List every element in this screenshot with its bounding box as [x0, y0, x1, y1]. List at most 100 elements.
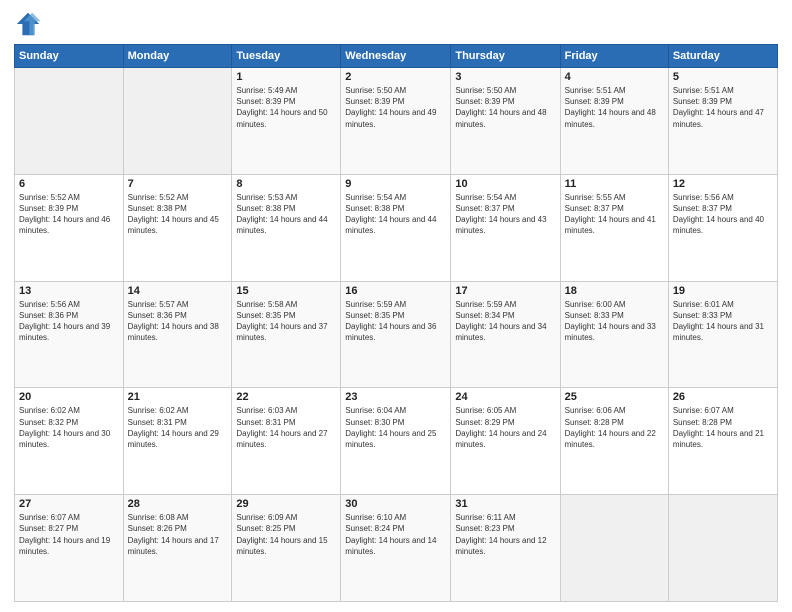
day-cell: 11Sunrise: 5:55 AM Sunset: 8:37 PM Dayli…: [560, 174, 668, 281]
day-number: 18: [565, 285, 664, 297]
day-cell: 26 Sunrise: 6:07 AM Sunset: 8:28 PM Dayli…: [668, 388, 777, 495]
day-cell: [123, 68, 232, 175]
col-header-monday: Monday: [123, 45, 232, 68]
day-cell: 21 Sunrise: 6:02 AM Sunset: 8:31 PM Dayli…: [123, 388, 232, 495]
day-number: 1: [236, 71, 336, 83]
day-info: Sunrise: 6:03 AM Sunset: 8:31 PM Dayligh…: [236, 405, 336, 450]
day-info: Sunrise: 6:06 AM Sunset: 8:28 PM Dayligh…: [565, 405, 664, 450]
col-header-wednesday: Wednesday: [341, 45, 451, 68]
day-number: 22: [236, 391, 336, 403]
day-cell: 4 Sunrise: 5:51 AM Sunset: 8:39 PM Daylig…: [560, 68, 668, 175]
day-info: Sunrise: 5:50 AM Sunset: 8:39 PM Dayligh…: [345, 85, 446, 130]
day-cell: 6 Sunrise: 5:52 AM Sunset: 8:39 PM Daylig…: [15, 174, 124, 281]
day-number: 26: [673, 391, 773, 403]
week-row-2: 6 Sunrise: 5:52 AM Sunset: 8:39 PM Daylig…: [15, 174, 778, 281]
day-cell: 12 Sunrise: 5:56 AM Sunset: 8:37 PM Dayli…: [668, 174, 777, 281]
day-cell: [560, 495, 668, 602]
day-number: 31: [455, 498, 555, 510]
day-info: Sunrise: 5:50 AM Sunset: 8:39 PM Dayligh…: [455, 85, 555, 130]
day-cell: 13 Sunrise: 5:56 AM Sunset: 8:36 PM Dayli…: [15, 281, 124, 388]
day-info: Sunrise: 6:10 AM Sunset: 8:24 PM Dayligh…: [345, 512, 446, 557]
day-number: 13: [19, 285, 119, 297]
day-info: Sunrise: 6:09 AM Sunset: 8:25 PM Dayligh…: [236, 512, 336, 557]
day-number: 23: [345, 391, 446, 403]
day-cell: [15, 68, 124, 175]
day-cell: 28Sunrise: 6:08 AM Sunset: 8:26 PM Dayli…: [123, 495, 232, 602]
day-cell: 16 Sunrise: 5:59 AM Sunset: 8:35 PM Dayli…: [341, 281, 451, 388]
week-row-3: 13 Sunrise: 5:56 AM Sunset: 8:36 PM Dayli…: [15, 281, 778, 388]
day-number: 16: [345, 285, 446, 297]
day-info: Sunrise: 5:52 AM Sunset: 8:39 PM Dayligh…: [19, 192, 119, 237]
day-number: 8: [236, 178, 336, 190]
day-info: Sunrise: 5:51 AM Sunset: 8:39 PM Dayligh…: [565, 85, 664, 130]
day-info: Sunrise: 5:56 AM Sunset: 8:37 PM Dayligh…: [673, 192, 773, 237]
day-number: 29: [236, 498, 336, 510]
day-cell: 1Sunrise: 5:49 AM Sunset: 8:39 PM Daylig…: [232, 68, 341, 175]
day-cell: 5 Sunrise: 5:51 AM Sunset: 8:39 PM Daylig…: [668, 68, 777, 175]
day-number: 25: [565, 391, 664, 403]
day-cell: 19 Sunrise: 6:01 AM Sunset: 8:33 PM Dayli…: [668, 281, 777, 388]
day-cell: 27 Sunrise: 6:07 AM Sunset: 8:27 PM Dayli…: [15, 495, 124, 602]
day-cell: 25 Sunrise: 6:06 AM Sunset: 8:28 PM Dayli…: [560, 388, 668, 495]
col-header-sunday: Sunday: [15, 45, 124, 68]
calendar-body: 1Sunrise: 5:49 AM Sunset: 8:39 PM Daylig…: [15, 68, 778, 602]
day-info: Sunrise: 5:59 AM Sunset: 8:35 PM Dayligh…: [345, 299, 446, 344]
day-number: 6: [19, 178, 119, 190]
day-info: Sunrise: 6:02 AM Sunset: 8:32 PM Dayligh…: [19, 405, 119, 450]
day-number: 4: [565, 71, 664, 83]
day-info: Sunrise: 6:11 AM Sunset: 8:23 PM Dayligh…: [455, 512, 555, 557]
col-header-saturday: Saturday: [668, 45, 777, 68]
calendar-header: SundayMondayTuesdayWednesdayThursdayFrid…: [15, 45, 778, 68]
col-header-thursday: Thursday: [451, 45, 560, 68]
day-info: Sunrise: 6:01 AM Sunset: 8:33 PM Dayligh…: [673, 299, 773, 344]
day-info: Sunrise: 6:04 AM Sunset: 8:30 PM Dayligh…: [345, 405, 446, 450]
day-cell: 3Sunrise: 5:50 AM Sunset: 8:39 PM Daylig…: [451, 68, 560, 175]
day-number: 15: [236, 285, 336, 297]
day-cell: 18 Sunrise: 6:00 AM Sunset: 8:33 PM Dayli…: [560, 281, 668, 388]
day-cell: 14 Sunrise: 5:57 AM Sunset: 8:36 PM Dayli…: [123, 281, 232, 388]
day-cell: 7 Sunrise: 5:52 AM Sunset: 8:38 PM Daylig…: [123, 174, 232, 281]
day-number: 19: [673, 285, 773, 297]
day-number: 14: [128, 285, 228, 297]
day-cell: 17Sunrise: 5:59 AM Sunset: 8:34 PM Dayli…: [451, 281, 560, 388]
day-number: 10: [455, 178, 555, 190]
day-info: Sunrise: 5:54 AM Sunset: 8:38 PM Dayligh…: [345, 192, 446, 237]
header: [14, 10, 778, 38]
day-cell: 9 Sunrise: 5:54 AM Sunset: 8:38 PM Daylig…: [341, 174, 451, 281]
day-number: 5: [673, 71, 773, 83]
day-info: Sunrise: 6:07 AM Sunset: 8:27 PM Dayligh…: [19, 512, 119, 557]
day-number: 11: [565, 178, 664, 190]
day-number: 21: [128, 391, 228, 403]
day-number: 7: [128, 178, 228, 190]
day-cell: 23 Sunrise: 6:04 AM Sunset: 8:30 PM Dayli…: [341, 388, 451, 495]
day-number: 27: [19, 498, 119, 510]
day-info: Sunrise: 6:00 AM Sunset: 8:33 PM Dayligh…: [565, 299, 664, 344]
day-info: Sunrise: 5:58 AM Sunset: 8:35 PM Dayligh…: [236, 299, 336, 344]
day-info: Sunrise: 5:53 AM Sunset: 8:38 PM Dayligh…: [236, 192, 336, 237]
page: SundayMondayTuesdayWednesdayThursdayFrid…: [0, 0, 792, 612]
day-cell: 15 Sunrise: 5:58 AM Sunset: 8:35 PM Dayli…: [232, 281, 341, 388]
day-info: Sunrise: 5:56 AM Sunset: 8:36 PM Dayligh…: [19, 299, 119, 344]
day-number: 30: [345, 498, 446, 510]
day-info: Sunrise: 6:02 AM Sunset: 8:31 PM Dayligh…: [128, 405, 228, 450]
day-number: 24: [455, 391, 555, 403]
day-info: Sunrise: 6:07 AM Sunset: 8:28 PM Dayligh…: [673, 405, 773, 450]
day-number: 20: [19, 391, 119, 403]
day-cell: 30 Sunrise: 6:10 AM Sunset: 8:24 PM Dayli…: [341, 495, 451, 602]
logo: [14, 10, 46, 38]
day-info: Sunrise: 5:52 AM Sunset: 8:38 PM Dayligh…: [128, 192, 228, 237]
day-number: 9: [345, 178, 446, 190]
day-cell: 2Sunrise: 5:50 AM Sunset: 8:39 PM Daylig…: [341, 68, 451, 175]
col-header-tuesday: Tuesday: [232, 45, 341, 68]
day-cell: 22 Sunrise: 6:03 AM Sunset: 8:31 PM Dayli…: [232, 388, 341, 495]
header-row: SundayMondayTuesdayWednesdayThursdayFrid…: [15, 45, 778, 68]
day-info: Sunrise: 5:57 AM Sunset: 8:36 PM Dayligh…: [128, 299, 228, 344]
day-cell: 29 Sunrise: 6:09 AM Sunset: 8:25 PM Dayli…: [232, 495, 341, 602]
day-info: Sunrise: 5:51 AM Sunset: 8:39 PM Dayligh…: [673, 85, 773, 130]
day-cell: 31 Sunrise: 6:11 AM Sunset: 8:23 PM Dayli…: [451, 495, 560, 602]
day-info: Sunrise: 6:08 AM Sunset: 8:26 PM Dayligh…: [128, 512, 228, 557]
day-number: 12: [673, 178, 773, 190]
week-row-4: 20 Sunrise: 6:02 AM Sunset: 8:32 PM Dayli…: [15, 388, 778, 495]
day-info: Sunrise: 6:05 AM Sunset: 8:29 PM Dayligh…: [455, 405, 555, 450]
calendar: SundayMondayTuesdayWednesdayThursdayFrid…: [14, 44, 778, 602]
